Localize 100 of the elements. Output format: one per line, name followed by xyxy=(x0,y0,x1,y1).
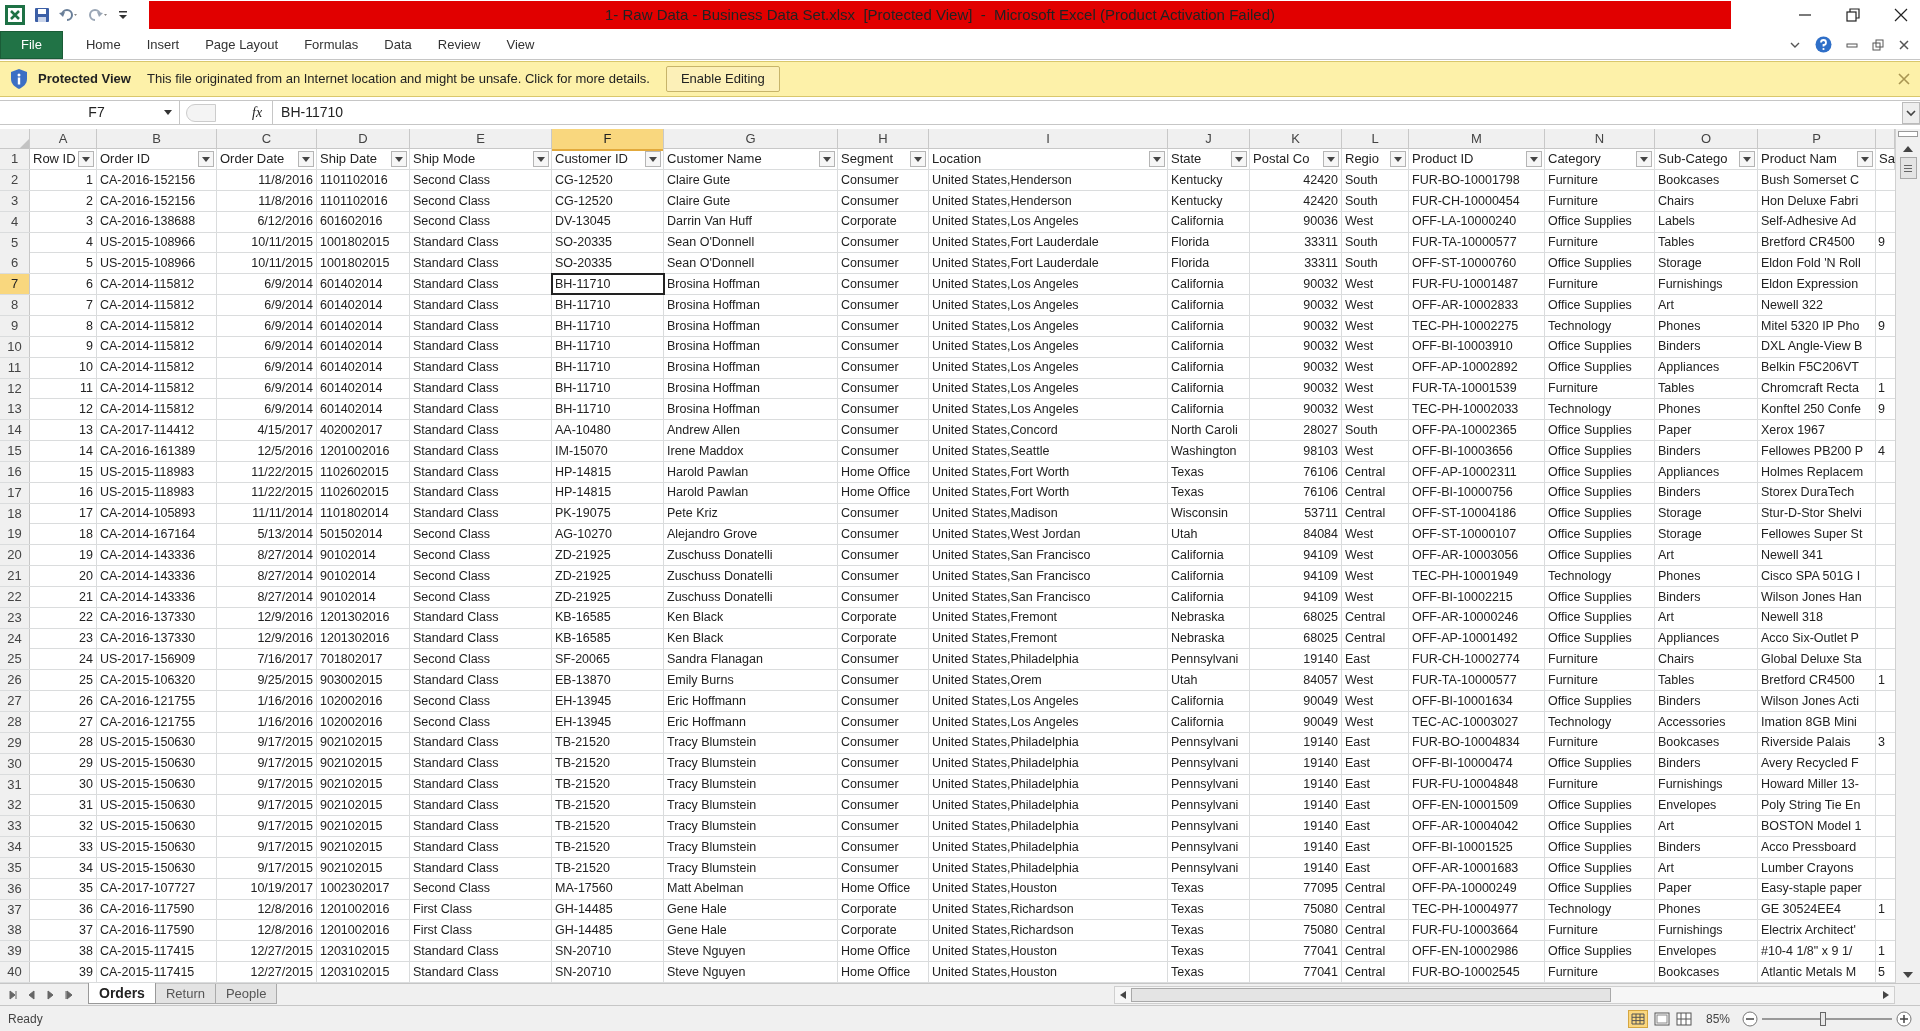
table-cell[interactable]: BH-11710 xyxy=(552,336,664,357)
table-cell[interactable]: FUR-TA-10000577 xyxy=(1409,232,1545,253)
table-cell[interactable]: East xyxy=(1342,774,1409,795)
table-cell[interactable]: Texas xyxy=(1168,461,1250,482)
ribbon-tab[interactable]: Home xyxy=(72,30,134,59)
table-cell[interactable]: Standard Class xyxy=(410,253,552,274)
table-cell[interactable]: CA-2015-117415 xyxy=(97,941,217,962)
table-cell[interactable]: Standard Class xyxy=(410,461,552,482)
table-cell[interactable]: Binders xyxy=(1655,441,1758,462)
table-cell[interactable]: Newell 318 xyxy=(1758,607,1876,628)
table-cell[interactable]: Pennsylvani xyxy=(1168,795,1250,816)
table-cell[interactable]: Office Supplies xyxy=(1545,524,1655,545)
table-cell[interactable]: Home Office xyxy=(838,962,929,983)
table-cell[interactable]: 30 xyxy=(30,774,97,795)
table-cell[interactable]: 6/9/2014 xyxy=(217,336,317,357)
table-cell[interactable]: 102002016 xyxy=(317,691,410,712)
table-cell[interactable]: 35 xyxy=(30,878,97,899)
table-cell[interactable]: 77041 xyxy=(1250,941,1342,962)
filter-button[interactable] xyxy=(1390,151,1406,168)
table-cell[interactable]: 8/27/2014 xyxy=(217,586,317,607)
table-cell[interactable]: IM-15070 xyxy=(552,441,664,462)
table-cell[interactable]: 42420 xyxy=(1250,190,1342,211)
table-cell[interactable]: Home Office xyxy=(838,941,929,962)
row-header[interactable]: 34 xyxy=(0,837,30,858)
row-header[interactable]: 15 xyxy=(0,441,30,462)
table-cell[interactable]: Stur-D-Stor Shelvi xyxy=(1758,503,1876,524)
zoom-slider[interactable] xyxy=(1820,1011,1827,1026)
table-cell[interactable]: Cisco SPA 501G I xyxy=(1758,566,1876,587)
table-cell[interactable]: BOSTON Model 1 xyxy=(1758,816,1876,837)
row-header[interactable]: 36 xyxy=(0,878,30,899)
table-cell[interactable]: Alejandro Grove xyxy=(664,524,838,545)
table-cell[interactable]: Riverside Palais xyxy=(1758,732,1876,753)
table-cell[interactable]: CA-2014-143336 xyxy=(97,545,217,566)
formula-bar-handle[interactable] xyxy=(186,103,216,122)
filter-button[interactable] xyxy=(1526,151,1542,168)
table-cell[interactable]: Atlantic Metals M xyxy=(1758,962,1876,983)
filter-button[interactable] xyxy=(78,151,94,168)
ribbon-tab[interactable]: Insert xyxy=(133,30,193,59)
table-cell[interactable]: Wilson Jones Han xyxy=(1758,586,1876,607)
table-cell[interactable]: 20 xyxy=(30,566,97,587)
table-cell[interactable]: 9 xyxy=(1876,315,1895,336)
row-header[interactable]: 7 xyxy=(0,274,30,295)
table-cell[interactable]: Consumer xyxy=(838,670,929,691)
filter-button[interactable] xyxy=(645,151,661,168)
table-cell[interactable]: US-2015-118983 xyxy=(97,461,217,482)
table-cell[interactable]: Office Supplies xyxy=(1545,691,1655,712)
table-cell[interactable]: Bookcases xyxy=(1655,962,1758,983)
ribbon-tab[interactable]: Data xyxy=(371,30,425,59)
table-cell[interactable]: 9/17/2015 xyxy=(217,795,317,816)
table-cell[interactable]: 94109 xyxy=(1250,545,1342,566)
table-cell[interactable]: United States,Fort Lauderdale xyxy=(929,253,1168,274)
table-cell[interactable]: Storage xyxy=(1655,524,1758,545)
table-cell[interactable]: Second Class xyxy=(410,712,552,732)
help-icon[interactable] xyxy=(1815,36,1832,54)
table-cell[interactable]: United States,Philadelphia xyxy=(929,857,1168,878)
table-cell[interactable]: Consumer xyxy=(838,420,929,441)
table-cell[interactable]: Texas xyxy=(1168,920,1250,941)
table-cell[interactable]: CA-2016-117590 xyxy=(97,899,217,920)
row-header[interactable]: 11 xyxy=(0,357,30,378)
table-cell[interactable]: Standard Class xyxy=(410,357,552,378)
table-cell[interactable]: West xyxy=(1342,211,1409,232)
table-cell[interactable]: OFF-EN-10001509 xyxy=(1409,795,1545,816)
table-cell[interactable]: OFF-PA-10000249 xyxy=(1409,878,1545,899)
table-cell[interactable]: US-2015-108966 xyxy=(97,232,217,253)
table-cell[interactable]: Furniture xyxy=(1545,962,1655,983)
table-cell[interactable]: FUR-TA-10000577 xyxy=(1409,670,1545,691)
table-cell[interactable]: 90032 xyxy=(1250,315,1342,336)
table-cell[interactable]: 701802017 xyxy=(317,649,410,670)
table-cell[interactable]: Pennsylvani xyxy=(1168,816,1250,837)
table-cell[interactable]: Texas xyxy=(1168,962,1250,983)
table-cell[interactable]: Fellowes Super St xyxy=(1758,524,1876,545)
table-cell[interactable]: 902102015 xyxy=(317,774,410,795)
table-cell[interactable]: 601402014 xyxy=(317,274,410,295)
table-cell[interactable]: California xyxy=(1168,274,1250,295)
table-cell[interactable]: Phones xyxy=(1655,399,1758,420)
ribbon-tab[interactable]: Review xyxy=(424,30,494,59)
table-cell[interactable]: Central xyxy=(1342,482,1409,503)
table-cell[interactable]: Emily Burns xyxy=(664,670,838,691)
table-cell[interactable]: SO-20335 xyxy=(552,232,664,253)
table-cell[interactable]: Consumer xyxy=(838,649,929,670)
table-cell[interactable]: Brosina Hoffman xyxy=(664,357,838,378)
table-cell[interactable]: Furniture xyxy=(1545,732,1655,753)
table-cell[interactable]: 75080 xyxy=(1250,920,1342,941)
table-cell[interactable]: West xyxy=(1342,524,1409,545)
row-header[interactable]: 24 xyxy=(0,628,30,649)
row-header[interactable]: 40 xyxy=(0,962,30,983)
table-cell[interactable]: Texas xyxy=(1168,878,1250,899)
table-cell[interactable]: United States,Fremont xyxy=(929,607,1168,628)
table-cell[interactable]: CA-2014-115812 xyxy=(97,357,217,378)
table-cell[interactable]: Eldon Expression xyxy=(1758,274,1876,295)
table-cell[interactable]: Belkin F5C206VT xyxy=(1758,357,1876,378)
table-cell[interactable]: CG-12520 xyxy=(552,170,664,191)
table-cell[interactable]: Storex DuraTech xyxy=(1758,482,1876,503)
table-cell[interactable]: EB-13870 xyxy=(552,670,664,691)
table-cell[interactable]: 7 xyxy=(30,295,97,316)
table-cell[interactable]: Bretford CR4500 xyxy=(1758,232,1876,253)
table-cell[interactable]: United States,Los Angeles xyxy=(929,712,1168,732)
table-cell[interactable]: 25 xyxy=(30,670,97,691)
table-cell[interactable]: 6 xyxy=(30,274,97,295)
table-cell[interactable]: 19140 xyxy=(1250,649,1342,670)
